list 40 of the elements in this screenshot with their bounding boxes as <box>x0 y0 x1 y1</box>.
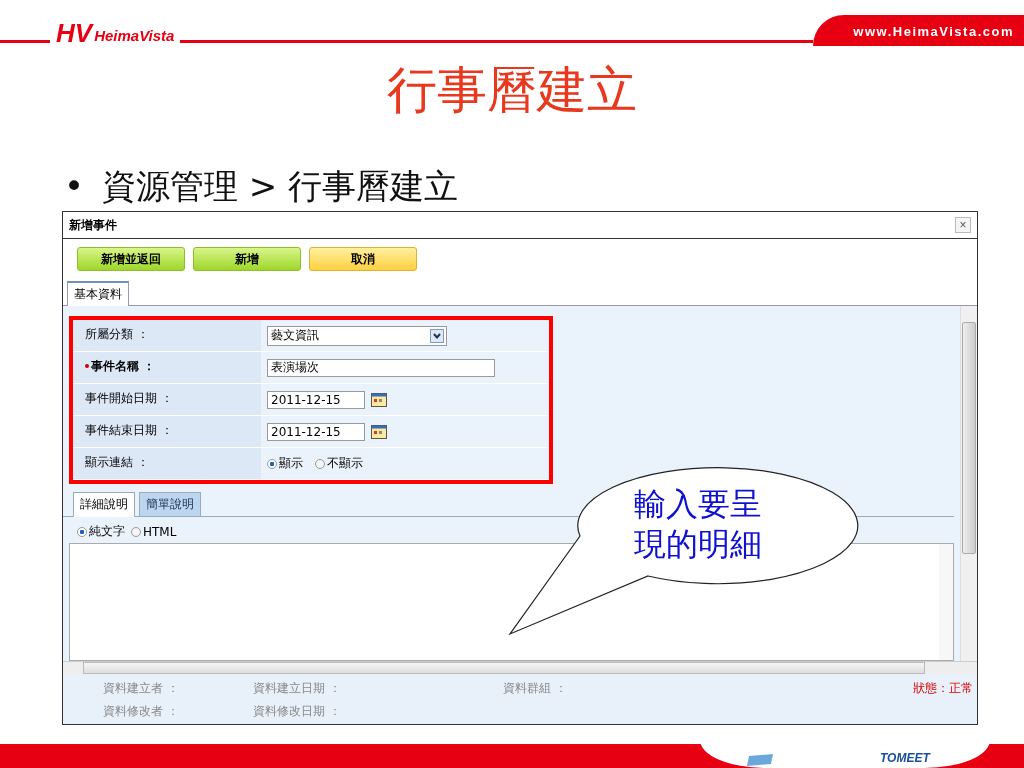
date-field[interactable]: 2011-12-15 <box>267 422 365 441</box>
category-dropdown[interactable]: 藝文資訊 <box>267 325 447 346</box>
field-label: 事件結束日期 ： <box>85 422 173 440</box>
add-button[interactable]: 新增 <box>193 247 301 272</box>
tab[interactable]: 簡單說明 <box>139 492 201 518</box>
cancel-button[interactable]: 取消 <box>309 247 417 272</box>
scrollbar[interactable] <box>960 306 977 662</box>
field-label: 所屬分類 ： <box>85 326 149 344</box>
logo-mark: HV <box>56 20 93 46</box>
close-button[interactable]: × <box>955 217 971 234</box>
field-label: 顯示連結 ： <box>85 454 149 472</box>
meta-label: 資料修改日期 ： <box>253 703 342 721</box>
logo-name: HeimaVista <box>94 27 175 44</box>
input-field[interactable]: 表演場次 <box>267 358 495 377</box>
radio-option[interactable]: 純文字 <box>77 523 125 541</box>
partner-logo: TOMEET <box>880 751 930 765</box>
meta-label: 資料建立日期 ： <box>253 680 342 698</box>
tab[interactable]: 基本資料 <box>67 281 129 307</box>
logo-icon <box>745 754 775 766</box>
meta-label: 資料修改者 ： <box>103 703 180 721</box>
radio-option[interactable]: 不顯示 <box>315 455 363 473</box>
callout-text: 輸入要呈 現的明細 <box>634 484 762 564</box>
bullet-mark: • <box>64 168 85 206</box>
calendar-icon[interactable] <box>371 424 387 439</box>
meta-label: 資料建立者 ： <box>103 680 180 698</box>
add-button[interactable]: 新增並返回 <box>77 247 185 272</box>
window-title: 新增事件 <box>69 216 117 234</box>
status-text: 狀態：正常 <box>912 680 973 698</box>
field-label: 事件名稱 ： <box>91 358 156 376</box>
slide-title: 行事曆建立 <box>386 60 638 120</box>
meta-label: 資料群組 ： <box>503 680 568 698</box>
date-field[interactable]: 2011-12-15 <box>267 390 365 409</box>
radio-option[interactable]: 顯示 <box>267 455 303 473</box>
scrollbar[interactable] <box>63 661 977 675</box>
calendar-icon[interactable] <box>371 392 387 407</box>
field-label: 事件開始日期 ： <box>85 390 173 408</box>
bullet-text: 資源管理 > 行事曆建立 <box>102 168 459 206</box>
tab[interactable]: 詳細說明 <box>73 492 135 518</box>
radio-option[interactable]: HTML <box>131 523 177 541</box>
website-url: www.HeimaVista.com <box>813 15 1024 46</box>
